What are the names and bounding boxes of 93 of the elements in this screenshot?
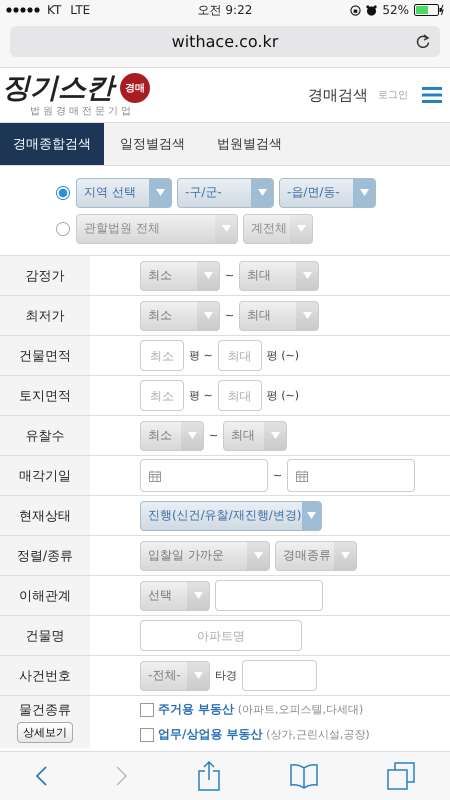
details-button[interactable]: 상세보기 <box>17 722 73 743</box>
back-icon[interactable] <box>34 766 47 786</box>
caret-icon <box>222 225 230 232</box>
caret-icon <box>188 432 196 439</box>
input-field[interactable] <box>215 580 323 611</box>
field-label: 최저가 <box>26 308 64 324</box>
input-field[interactable]: 최대 <box>218 380 262 411</box>
checkbox[interactable] <box>140 728 154 742</box>
dropdown[interactable]: 최대 <box>239 300 320 330</box>
input-field[interactable]: 최소 <box>140 340 184 371</box>
calendar-icon <box>296 470 308 482</box>
caret-icon <box>204 272 212 279</box>
share-icon[interactable] <box>198 761 220 791</box>
tab[interactable]: 일정별검색 <box>104 123 201 165</box>
dropdown[interactable]: 최소 <box>140 420 204 450</box>
dropdown[interactable]: 경매종류 <box>275 540 357 570</box>
calendar-icon <box>149 470 161 482</box>
address-bar[interactable]: withace.co.kr <box>10 26 440 57</box>
date-field[interactable] <box>140 459 268 492</box>
field-label: 매각기일 <box>19 468 71 484</box>
option-label: 주거용 부동산 (아파트,오피스텔,다세대) <box>158 701 364 718</box>
unit-text: 평 ~ <box>189 348 213 363</box>
caret-icon <box>254 552 262 559</box>
logo-tagline: 법원경매전문기업 <box>30 105 135 118</box>
field-label: 정렬/종류 <box>16 548 74 564</box>
date-field[interactable] <box>287 459 416 492</box>
caret-icon <box>258 189 266 196</box>
alarm-icon <box>366 4 378 16</box>
caret-icon <box>340 552 350 559</box>
dropdown[interactable]: 입찰일 가까운 <box>140 540 270 570</box>
bookmarks-icon[interactable] <box>290 763 318 789</box>
login-link[interactable]: 로그인 <box>378 88 408 102</box>
caret-icon <box>156 189 164 196</box>
unit-text: 평 (~) <box>266 388 300 403</box>
caret-icon <box>194 672 202 679</box>
dropdown[interactable]: 최소 <box>140 260 220 290</box>
forward-icon[interactable] <box>116 766 128 786</box>
dropdown[interactable]: 최대 <box>239 260 320 290</box>
caret-icon <box>302 312 312 319</box>
unit-text: 평 (~) <box>266 348 300 363</box>
caret-icon <box>360 189 368 196</box>
unit-text: 평 ~ <box>189 388 213 403</box>
dropdown[interactable]: -구/군- <box>177 178 274 208</box>
carrier: KT <box>47 3 62 17</box>
unit-text: 타경 <box>215 668 237 683</box>
dropdown[interactable]: -읍/면/동- <box>279 178 376 208</box>
field-label: 감정가 <box>26 268 64 284</box>
input-field[interactable]: 최대 <box>218 340 262 371</box>
battery-icon <box>414 4 444 16</box>
url: withace.co.kr <box>172 32 278 51</box>
caret-icon <box>302 272 312 279</box>
field-label: 토지면적 <box>19 388 71 404</box>
field-label: 유찰수 <box>26 428 64 444</box>
unit-text: ~ <box>225 269 234 282</box>
dropdown[interactable]: -전체- <box>140 660 210 690</box>
dropdown[interactable]: 지역 선택 <box>76 178 172 208</box>
option-label: 업무/상업용 부동산 (상가,근린시설,공장) <box>158 726 370 743</box>
unit-text: ~ <box>225 309 234 322</box>
battery-percent: 52% <box>382 3 409 17</box>
checkbox[interactable] <box>140 702 154 716</box>
logo-badge: 경매 <box>120 73 150 103</box>
tabs-icon[interactable] <box>387 762 416 790</box>
dropdown[interactable]: 최소 <box>140 300 220 330</box>
dropdown[interactable]: 진행(신건/유찰/재진행/변경) <box>140 500 322 530</box>
field-label: 사건번호 <box>19 668 71 684</box>
tab[interactable]: 법원별검색 <box>201 123 298 165</box>
unit-text: ~ <box>209 429 218 442</box>
field-label: 현재상태 <box>19 508 71 524</box>
caret-icon <box>296 225 306 232</box>
signal-icon <box>6 7 42 13</box>
tab[interactable]: 경매종합검색 <box>0 123 104 165</box>
field-label: 물건종류 <box>19 702 71 719</box>
dropdown[interactable]: 선택 <box>140 580 210 610</box>
caret-icon <box>204 312 212 319</box>
input-field[interactable]: 최소 <box>140 380 184 411</box>
caret-icon <box>270 432 280 439</box>
field-label: 건물면적 <box>19 348 71 364</box>
reload-icon[interactable] <box>416 34 430 49</box>
unit-text: ~ <box>273 469 282 482</box>
caret-icon <box>306 512 316 519</box>
caret-icon <box>194 592 202 599</box>
field-label: 이해관계 <box>19 588 71 604</box>
network-type: LTE <box>70 3 90 17</box>
dropdown[interactable]: 최대 <box>223 420 288 450</box>
nav-link[interactable]: 경매검색 <box>308 86 368 104</box>
input-field[interactable]: 아파트명 <box>140 620 302 651</box>
radio-button[interactable] <box>56 222 70 236</box>
lock-rotation-icon <box>350 4 362 16</box>
radio-button[interactable] <box>56 186 70 200</box>
menu-icon[interactable] <box>422 87 442 103</box>
input-field[interactable] <box>242 660 317 691</box>
field-label: 건물명 <box>26 628 64 644</box>
clock: 오전 9:22 <box>198 2 252 18</box>
